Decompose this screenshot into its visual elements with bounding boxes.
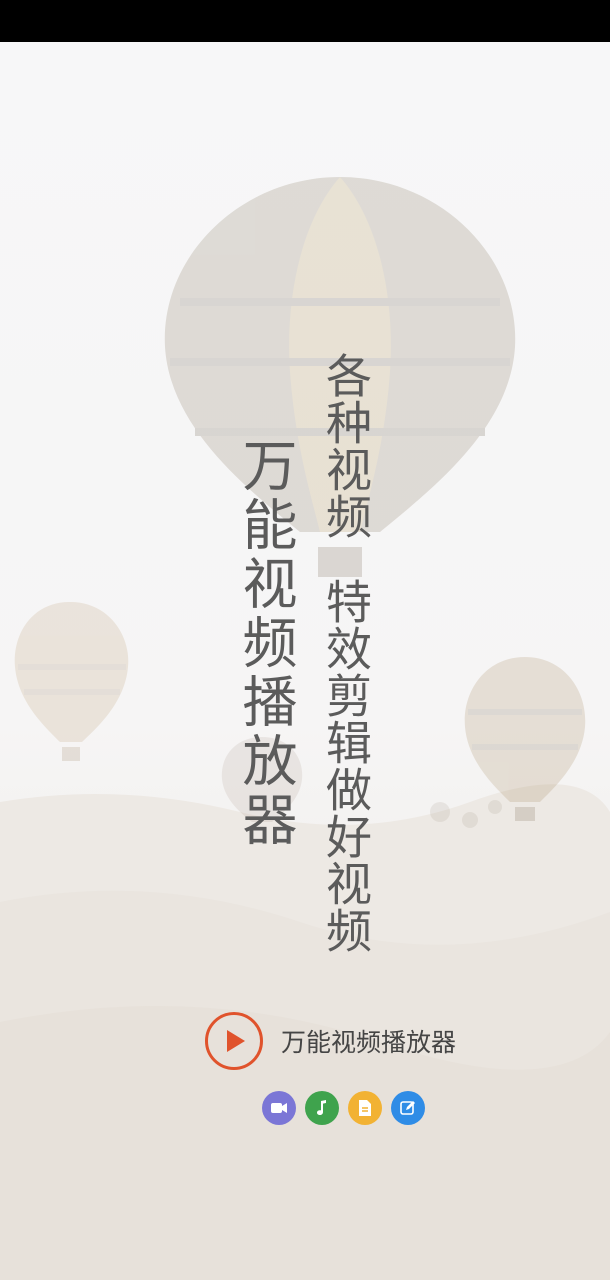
splash-screen: 万能视频播放器 各种视频 特效剪辑做好视频 万能视频播放器 [0,0,610,1280]
feature-icons-row [262,1090,425,1126]
poem-line-2: 特效剪辑做好视频 [319,578,373,954]
play-logo-icon [205,1012,263,1070]
music-note-icon [305,1091,339,1125]
status-bar [0,0,610,42]
app-brand: 万能视频播放器 [205,1010,456,1072]
document-icon [348,1091,382,1125]
video-camera-icon [262,1091,296,1125]
poem-title: 万能视频播放器 [233,437,297,850]
app-name: 万能视频播放器 [281,1028,457,1057]
poem-line-1: 各种视频 [319,352,373,540]
edit-icon [391,1091,425,1125]
